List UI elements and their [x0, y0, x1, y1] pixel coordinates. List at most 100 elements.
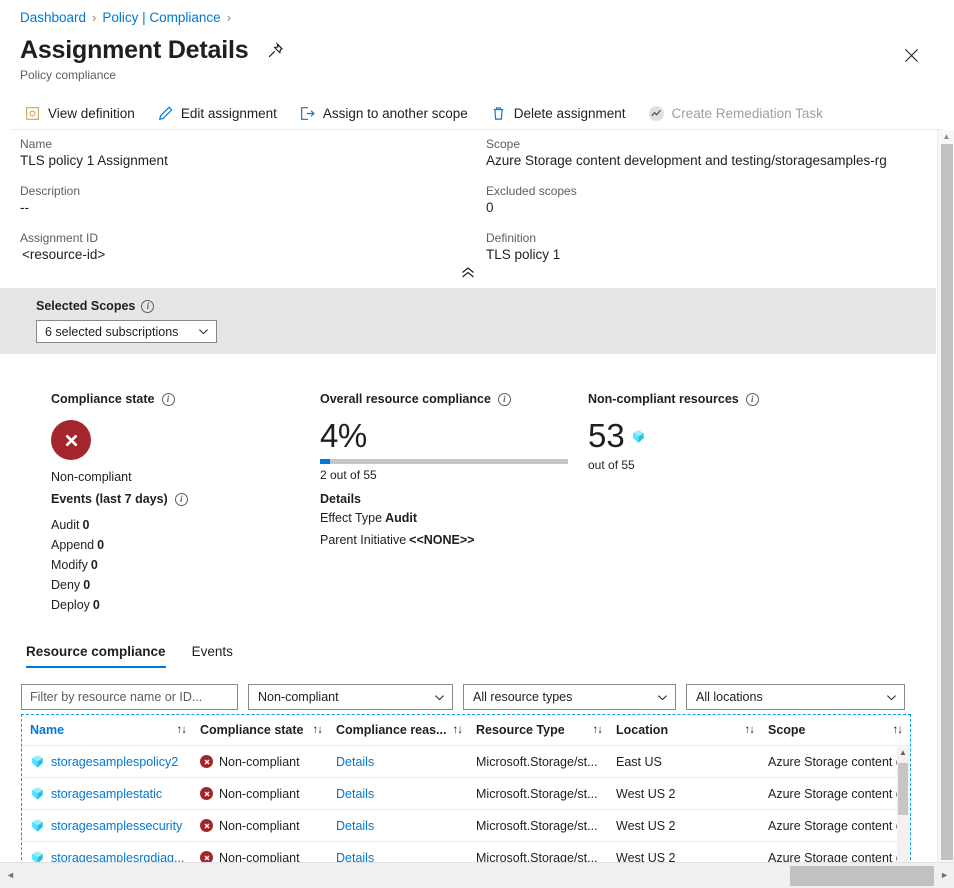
- noncompliant-resources-count: 53: [588, 416, 625, 456]
- cell-resource-type: Microsoft.Storage/st...: [468, 746, 608, 778]
- resource-name-link[interactable]: storagesamplespolicy2: [51, 755, 178, 769]
- edit-assignment-button[interactable]: Edit assignment: [153, 102, 287, 125]
- info-icon[interactable]: i: [141, 300, 154, 313]
- breadcrumb-separator-icon: ›: [227, 10, 231, 25]
- excluded-scopes-value: 0: [486, 200, 926, 215]
- table-header-row: Name ↑↓ Compliance state ↑↓ Compliance r…: [22, 715, 910, 746]
- info-icon[interactable]: i: [498, 393, 511, 406]
- page-scroll-thumb-horizontal[interactable]: [790, 866, 934, 886]
- detail-row: Effect TypeAudit: [320, 508, 580, 528]
- event-value: 0: [83, 518, 90, 532]
- scope-label: Scope: [486, 137, 926, 151]
- noncompliant-resources-tile: Non-compliant resources i 53 out of 55: [588, 392, 848, 472]
- event-value: 0: [97, 538, 104, 552]
- azure-resource-cube-icon: [30, 818, 45, 833]
- location-filter[interactable]: All locations: [686, 684, 905, 710]
- compliance-reason-details-link[interactable]: Details: [336, 755, 374, 769]
- events-title-row: Events (last 7 days) i: [51, 492, 301, 506]
- table-row[interactable]: storagesamplestatic Non-compliant Detail…: [22, 778, 910, 810]
- detail-row: Parent Initiative<<NONE>>: [320, 530, 580, 550]
- compliance-state-value: Non-compliant: [51, 470, 301, 484]
- cell-scope: Azure Storage content d: [760, 746, 908, 778]
- event-row: Audit0: [51, 515, 301, 535]
- info-icon[interactable]: i: [746, 393, 759, 406]
- pin-icon[interactable]: [262, 37, 288, 63]
- table-row[interactable]: storagesamplessecurity Non-compliant Det…: [22, 810, 910, 842]
- cell-name[interactable]: storagesamplestatic: [22, 778, 192, 810]
- cell-compliance-reason[interactable]: Details: [328, 810, 468, 842]
- column-header-compliance-state[interactable]: Compliance state ↑↓: [192, 715, 328, 746]
- scroll-right-icon[interactable]: ►: [940, 870, 949, 880]
- delete-assignment-button[interactable]: Delete assignment: [486, 102, 636, 125]
- cell-compliance-reason[interactable]: Details: [328, 778, 468, 810]
- document-icon: [24, 105, 41, 122]
- chevron-down-icon: [198, 326, 209, 337]
- scroll-left-icon[interactable]: ◄: [6, 870, 15, 880]
- cell-name[interactable]: storagesamplespolicy2: [22, 746, 192, 778]
- azure-resource-cube-icon: [631, 429, 646, 444]
- compliance-reason-details-link[interactable]: Details: [336, 819, 374, 833]
- breadcrumb-item-policy-compliance[interactable]: Policy | Compliance: [102, 10, 220, 25]
- sort-icon: ↑↓: [313, 724, 323, 736]
- column-header-compliance-reason[interactable]: Compliance reas... ↑↓: [328, 715, 468, 746]
- scroll-up-icon[interactable]: ▲: [938, 133, 954, 141]
- assignment-details-page: Dashboard › Policy | Compliance › Assign…: [0, 0, 954, 888]
- page-horizontal-scrollbar[interactable]: ◄ ►: [0, 862, 954, 888]
- info-icon[interactable]: i: [162, 393, 175, 406]
- tab-resource-compliance[interactable]: Resource compliance: [26, 644, 166, 668]
- page-vertical-scrollbar[interactable]: ▲: [937, 130, 954, 862]
- scroll-up-icon[interactable]: ▲: [899, 749, 907, 757]
- definition-label: Definition: [486, 231, 926, 245]
- export-arrow-icon: [299, 105, 316, 122]
- cell-name[interactable]: storagesamplessecurity: [22, 810, 192, 842]
- cell-compliance-reason[interactable]: Details: [328, 746, 468, 778]
- collapse-essentials-button[interactable]: [0, 267, 936, 279]
- error-circle-icon: [200, 819, 213, 832]
- location-filter-value: All locations: [696, 690, 763, 704]
- cell-scope: Azure Storage content d: [760, 810, 908, 842]
- view-definition-label: View definition: [48, 106, 135, 121]
- compliance-reason-details-link[interactable]: Details: [336, 787, 374, 801]
- table-scroll-thumb[interactable]: [898, 763, 908, 815]
- pencil-icon: [157, 105, 174, 122]
- tab-events[interactable]: Events: [192, 644, 233, 668]
- detail-value: Audit: [385, 511, 417, 525]
- definition-value: TLS policy 1: [486, 247, 926, 262]
- resource-name-link[interactable]: storagesamplestatic: [51, 787, 162, 801]
- content-tabs: Resource compliance Events: [26, 644, 233, 668]
- close-icon[interactable]: [896, 40, 926, 70]
- chart-line-icon: [648, 105, 665, 122]
- table-row[interactable]: storagesamplespolicy2 Non-compliant Deta…: [22, 746, 910, 778]
- breadcrumb-separator-icon: ›: [92, 10, 96, 25]
- compliance-state-text: Non-compliant: [219, 755, 300, 769]
- resource-type-filter[interactable]: All resource types: [463, 684, 676, 710]
- compliance-state-filter[interactable]: Non-compliant: [248, 684, 453, 710]
- column-header-resource-type[interactable]: Resource Type ↑↓: [468, 715, 608, 746]
- column-header-scope[interactable]: Scope ↑↓: [760, 715, 908, 746]
- cell-location: West US 2: [608, 778, 760, 810]
- chevron-down-icon: [886, 692, 897, 703]
- breadcrumb-item-dashboard[interactable]: Dashboard: [20, 10, 86, 25]
- search-input[interactable]: [21, 684, 238, 710]
- sort-icon: ↑↓: [745, 724, 755, 736]
- event-row: Deny0: [51, 575, 301, 595]
- selected-scopes-dropdown[interactable]: 6 selected subscriptions: [36, 320, 217, 343]
- resource-name-link[interactable]: storagesamplessecurity: [51, 819, 182, 833]
- create-remediation-task-button: Create Remediation Task: [644, 102, 833, 125]
- command-bar: View definition Edit assignment Assign t…: [20, 98, 954, 128]
- details-tile: Details Effect TypeAudit Parent Initiati…: [320, 492, 580, 550]
- info-icon[interactable]: i: [175, 493, 188, 506]
- page-scroll-thumb-vertical[interactable]: [941, 144, 953, 860]
- view-definition-button[interactable]: View definition: [20, 102, 145, 125]
- table-vertical-scrollbar[interactable]: ▲: [897, 747, 909, 868]
- event-label: Deny: [51, 578, 80, 592]
- column-header-name[interactable]: Name ↑↓: [22, 715, 192, 746]
- page-title-row: Assignment Details: [20, 34, 288, 66]
- assign-another-scope-button[interactable]: Assign to another scope: [295, 102, 478, 125]
- cell-scope: Azure Storage content d: [760, 778, 908, 810]
- create-remediation-task-label: Create Remediation Task: [672, 106, 823, 121]
- azure-resource-cube-icon: [30, 754, 45, 769]
- column-header-location[interactable]: Location ↑↓: [608, 715, 760, 746]
- cell-resource-type: Microsoft.Storage/st...: [468, 778, 608, 810]
- compliance-state-text: Non-compliant: [219, 787, 300, 801]
